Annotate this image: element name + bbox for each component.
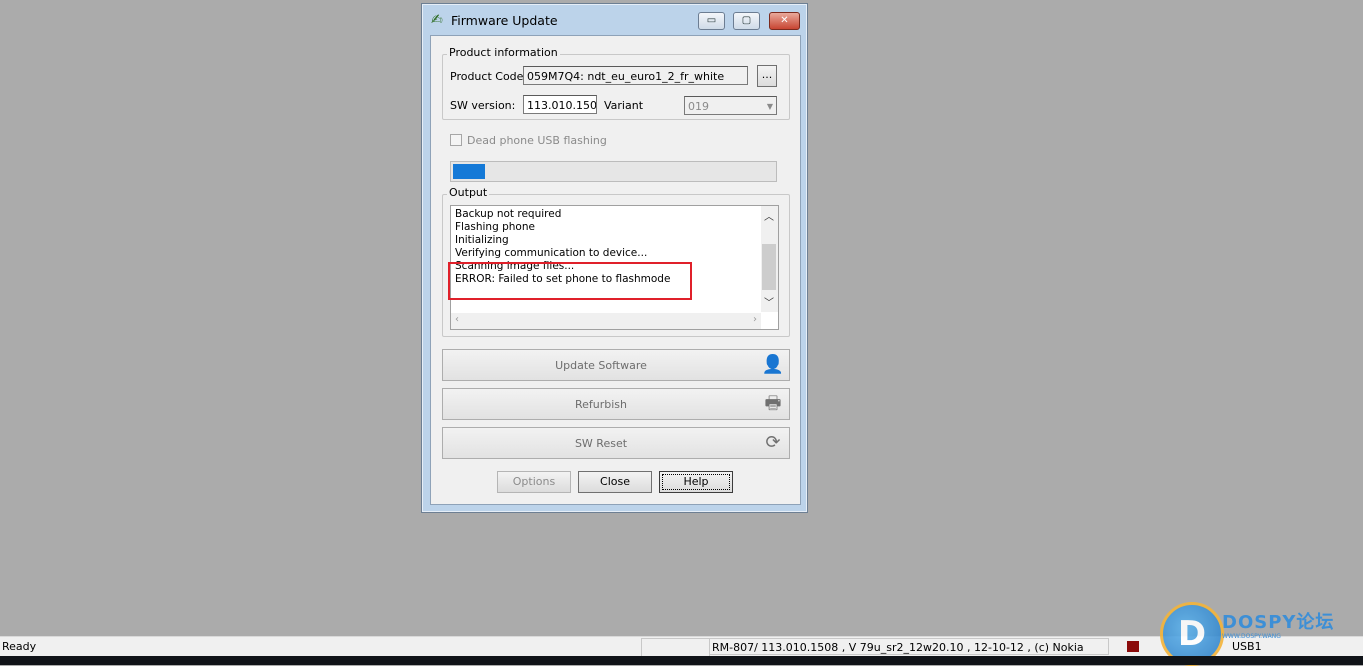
status-text: Ready — [2, 640, 37, 653]
browse-product-button[interactable]: ... — [757, 65, 777, 87]
output-line: Flashing phone — [455, 221, 535, 233]
printer-icon: 🖶 — [764, 393, 782, 414]
product-code-label: Product Code: — [450, 70, 528, 83]
app-icon: ✍ — [431, 12, 443, 28]
output-line: Backup not required — [455, 208, 562, 220]
output-line: Verifying communication to device... — [455, 247, 648, 259]
scroll-up-icon[interactable]: ︿ — [764, 208, 774, 223]
title-bar[interactable]: ✍ Firmware Update ▭ ▢ ✕ — [422, 4, 807, 34]
update-software-button[interactable]: Update Software 👤 — [442, 349, 790, 381]
product-code-field[interactable]: 059M7Q4: ndt_eu_euro1_2_fr_white — [523, 66, 748, 85]
progress-fill — [453, 164, 485, 179]
watermark-text: DOSPY论坛 — [1222, 612, 1335, 633]
scroll-down-icon[interactable]: ﹀ — [764, 294, 774, 309]
reset-icon: ⟳ — [765, 432, 781, 453]
variant-label: Variant — [604, 99, 644, 112]
close-window-button[interactable]: ✕ — [769, 12, 800, 30]
vertical-scrollbar[interactable]: ︿ ﹀ — [761, 206, 778, 312]
sw-version-field[interactable]: 113.010.1508 — [523, 95, 597, 114]
dead-phone-label: Dead phone USB flashing — [467, 134, 607, 147]
sw-reset-button[interactable]: SW Reset ⟳ — [442, 427, 790, 459]
window-title: Firmware Update — [451, 13, 558, 28]
refurbish-label: Refurbish — [574, 398, 628, 411]
progress-bar — [450, 161, 777, 182]
user-icon: 👤 — [761, 354, 785, 375]
taskbar — [0, 656, 1363, 665]
minimize-button[interactable]: ▭ — [698, 12, 725, 30]
chevron-down-icon: ▼ — [766, 102, 773, 111]
options-button[interactable]: Options — [497, 471, 571, 493]
maximize-button[interactable]: ▢ — [733, 12, 760, 30]
update-software-label: Update Software — [555, 359, 647, 372]
refurbish-button[interactable]: Refurbish 🖶 — [442, 388, 790, 420]
status-panel-empty — [641, 638, 710, 657]
firmware-update-window: ✍ Firmware Update ▭ ▢ ✕ Product informat… — [421, 3, 808, 513]
dead-phone-checkbox[interactable] — [450, 134, 462, 146]
output-label: Output — [447, 186, 490, 199]
scroll-thumb[interactable] — [762, 244, 776, 290]
variant-value: 019 — [688, 100, 709, 113]
watermark-subtext: WWW.DOSPY.WANG — [1222, 633, 1281, 640]
connection-indicator-icon — [1127, 641, 1139, 652]
sw-version-label: SW version: — [450, 99, 516, 112]
output-line: Initializing — [455, 234, 509, 246]
status-bar: Ready RM-807/ 113.010.1508 , V 79u_sr2_1… — [0, 636, 1363, 657]
variant-select[interactable]: 019 ▼ — [684, 96, 777, 115]
sw-reset-label: SW Reset — [574, 437, 628, 450]
status-info: RM-807/ 113.010.1508 , V 79u_sr2_12w20.1… — [709, 638, 1109, 655]
error-highlight-box — [448, 262, 692, 300]
connection-label: USB1 — [1232, 640, 1262, 653]
help-button[interactable]: Help — [659, 471, 733, 493]
product-information-label: Product information — [447, 46, 560, 59]
horizontal-scrollbar[interactable]: ‹ › — [451, 313, 761, 329]
scroll-left-icon[interactable]: ‹ — [455, 314, 459, 325]
window-client-area: Product information Product Code: 059M7Q… — [430, 35, 801, 505]
scroll-right-icon[interactable]: › — [753, 314, 757, 325]
close-button[interactable]: Close — [578, 471, 652, 493]
